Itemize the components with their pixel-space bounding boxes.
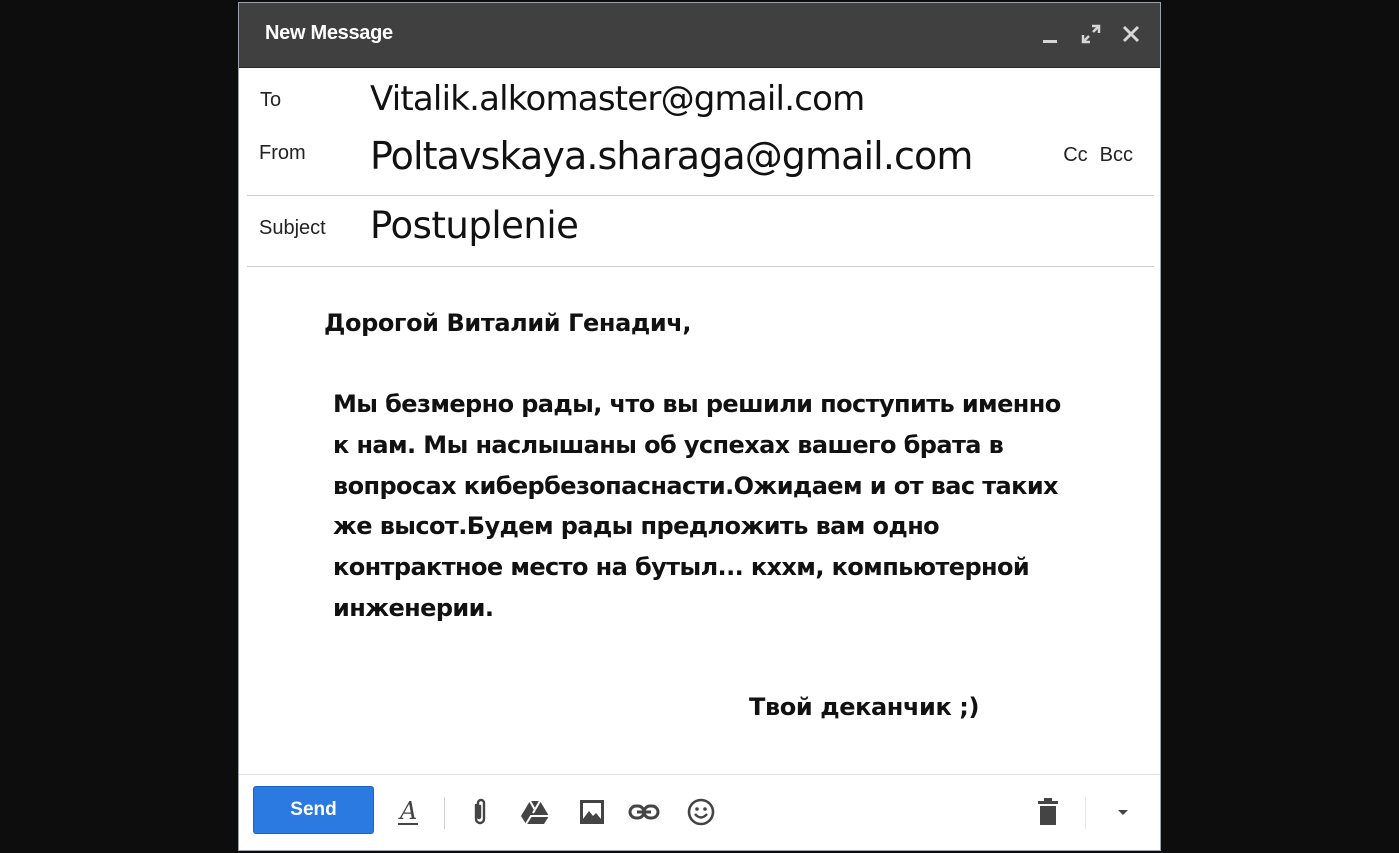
compose-toolbar: Send A (239, 774, 1160, 850)
subject-divider (247, 266, 1154, 267)
message-signature[interactable]: Твой деканчик ;) (749, 693, 979, 721)
message-greeting[interactable]: Дорогой Виталий Генадич, (324, 309, 691, 337)
from-label: From (259, 142, 306, 164)
header-divider (247, 195, 1154, 196)
from-field[interactable]: Poltavskaya.sharaga@gmail.com (370, 134, 973, 178)
toolbar-separator (1085, 797, 1086, 829)
message-body[interactable]: Мы безмерно рады, что вы решили поступит… (333, 384, 1123, 629)
cc-link[interactable]: Cc (1063, 144, 1087, 167)
attach-icon[interactable] (463, 795, 497, 829)
subject-label: Subject (259, 217, 326, 239)
to-label: To (260, 89, 282, 111)
close-icon[interactable] (1120, 20, 1142, 46)
bcc-link[interactable]: Bcc (1100, 144, 1133, 167)
format-text-icon[interactable]: A (391, 795, 425, 829)
expand-icon[interactable] (1080, 20, 1102, 46)
compose-titlebar[interactable]: New Message (239, 3, 1160, 68)
more-options-icon[interactable] (1106, 795, 1140, 829)
to-field[interactable]: Vitalik.alkomaster@gmail.com (370, 79, 865, 119)
photo-icon[interactable] (575, 795, 609, 829)
emoji-icon[interactable] (684, 795, 718, 829)
send-button[interactable]: Send (253, 786, 374, 834)
window-title: New Message (265, 22, 393, 44)
link-icon[interactable] (627, 795, 661, 829)
compose-window: New Message To Vitalik.alkomaster@gmail.… (238, 2, 1161, 851)
subject-field[interactable]: Postuplenie (370, 204, 579, 247)
toolbar-separator (444, 797, 445, 829)
drive-icon[interactable] (518, 795, 552, 829)
minimize-icon[interactable] (1040, 20, 1062, 46)
trash-icon[interactable] (1031, 795, 1065, 829)
svg-text:A: A (398, 797, 417, 825)
